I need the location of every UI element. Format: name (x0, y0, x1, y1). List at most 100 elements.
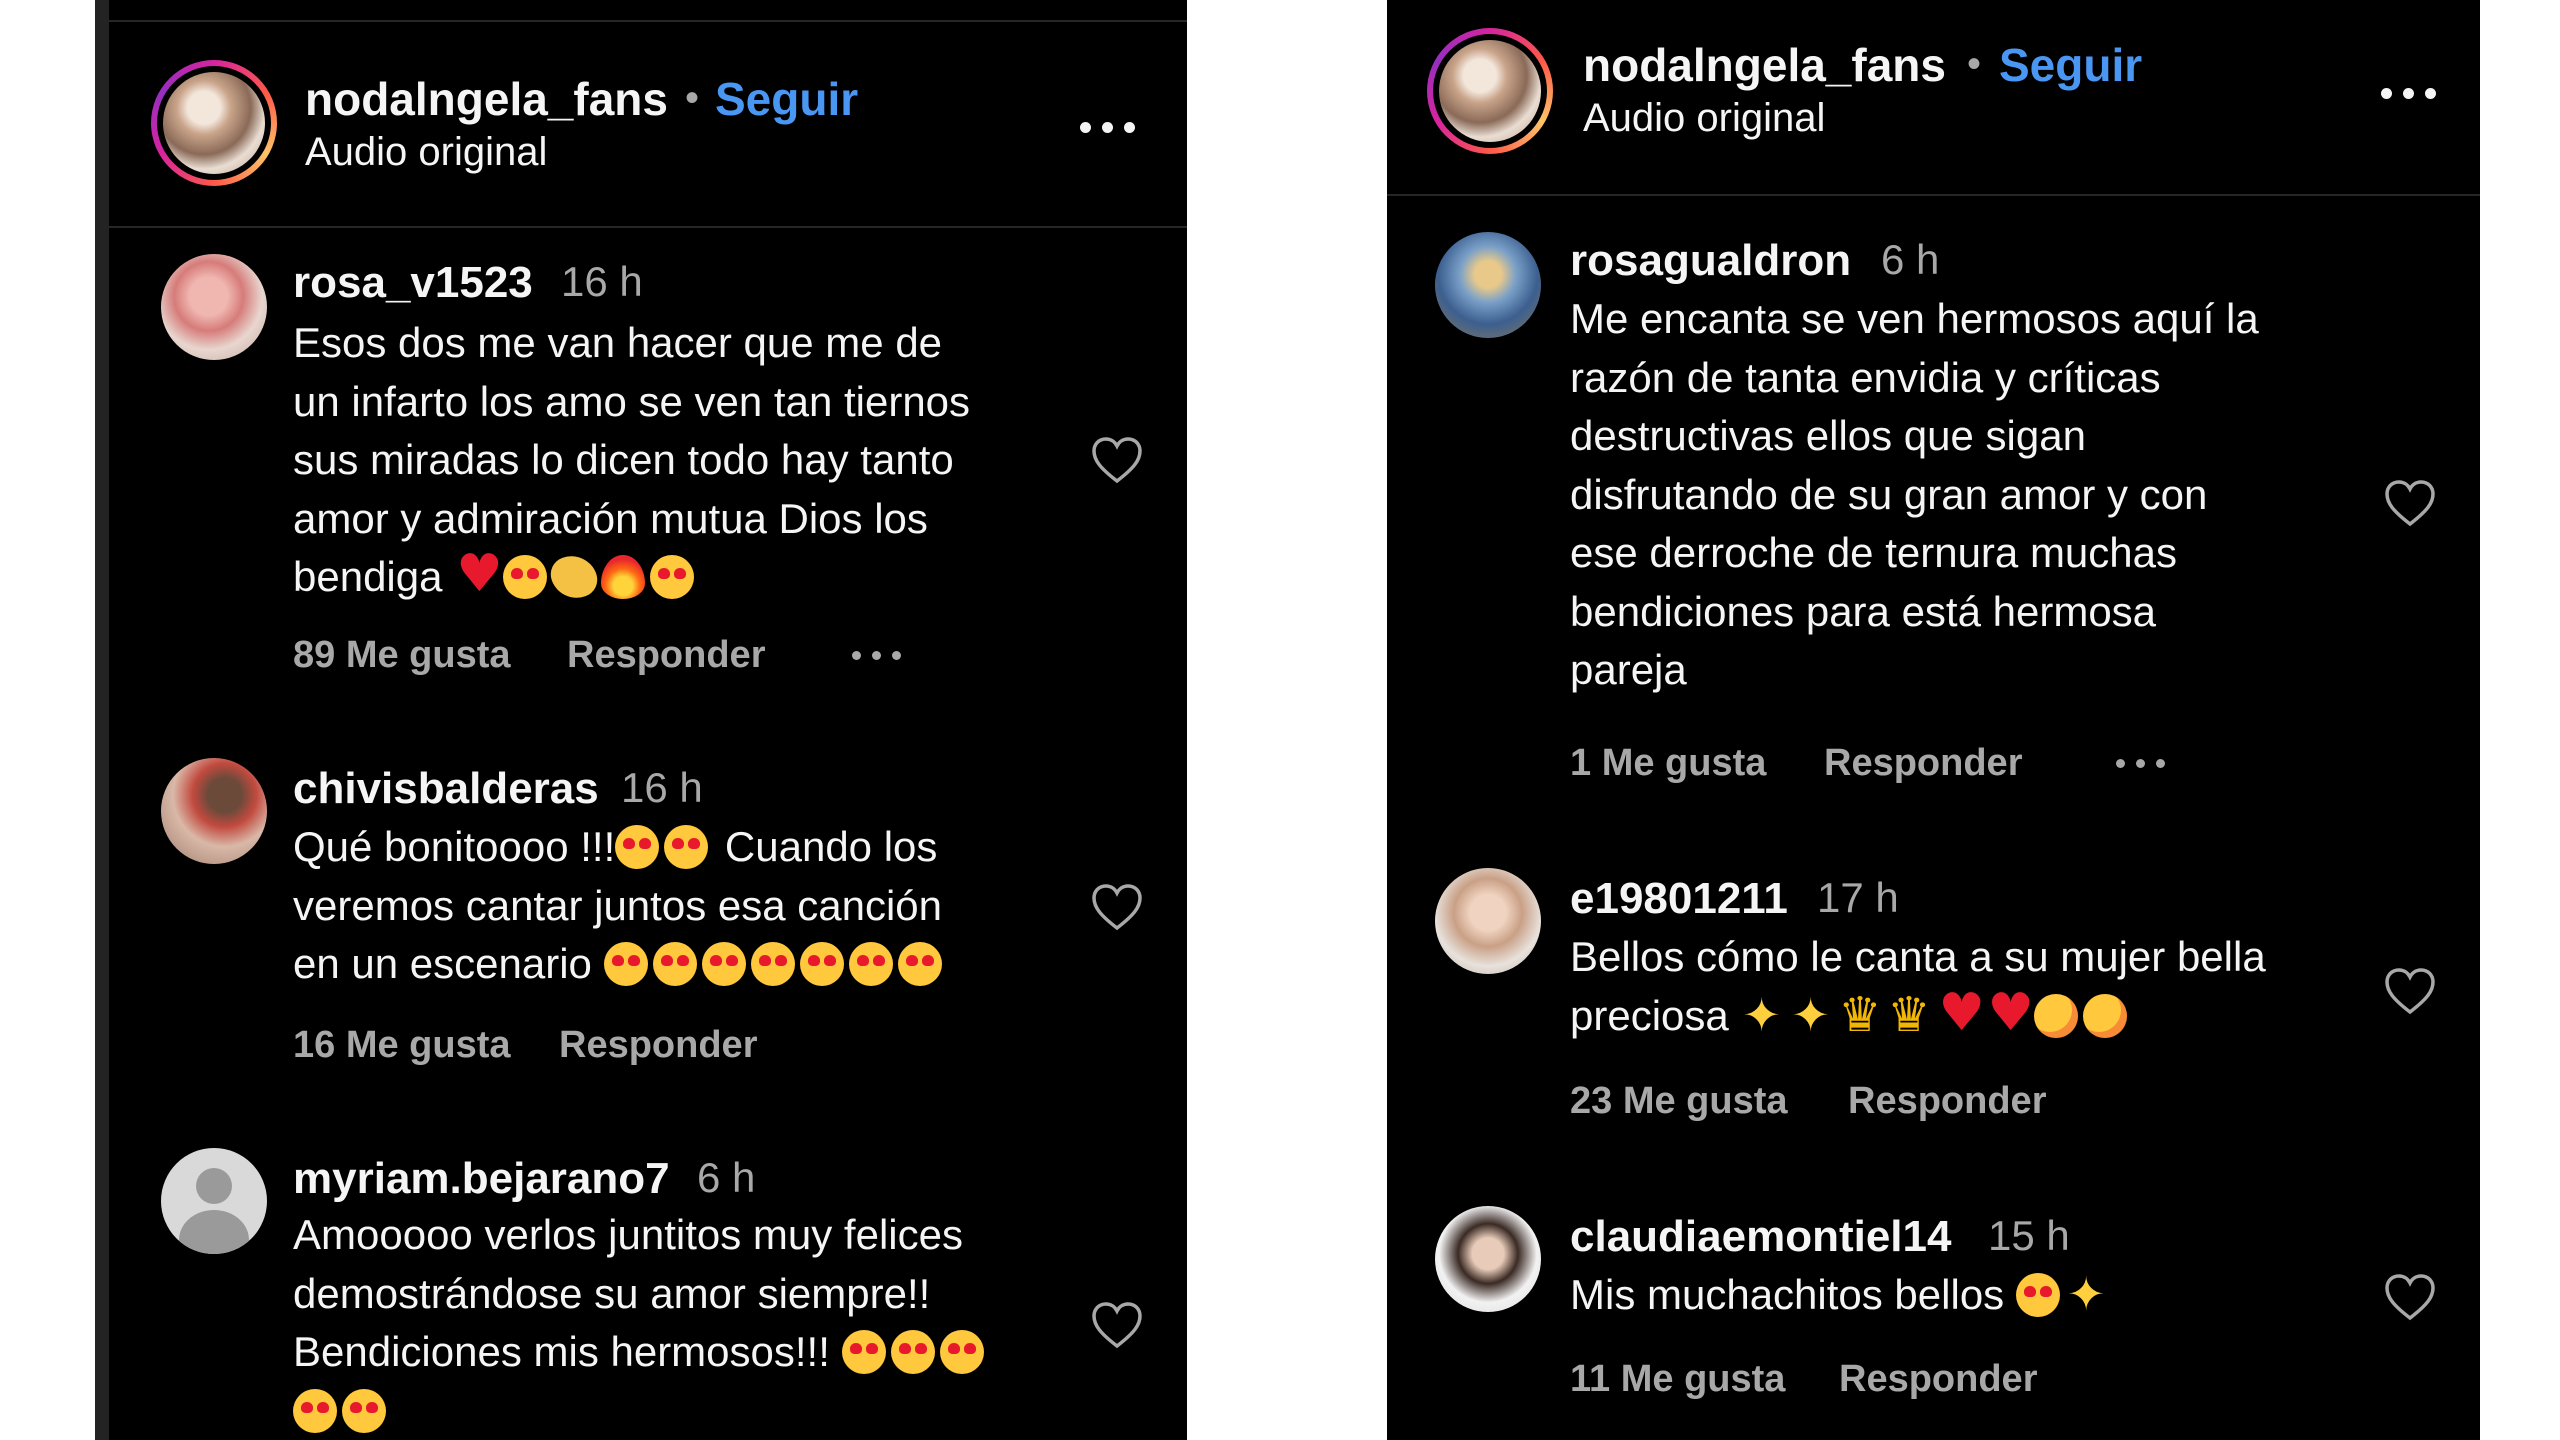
comment-line: bendiga (293, 553, 443, 600)
heart-eyes-emoji (615, 825, 660, 869)
comment-text: Amooooo verlos juntitos muy felices demo… (293, 1206, 1153, 1440)
red-heart-emoji (454, 545, 503, 604)
follow-button[interactable]: Seguir (715, 72, 858, 126)
heart-eyes-emoji (650, 555, 695, 599)
crown-emoji (1887, 986, 1931, 1045)
comment-time: 6 h (697, 1154, 756, 1201)
reply-button[interactable]: Responder (1848, 1080, 2046, 1123)
comment-line: Esos dos me van hacer que me de (293, 319, 943, 366)
like-heart-icon[interactable] (2383, 966, 2437, 1016)
comment-likes[interactable]: 1 Me gusta (1570, 742, 1766, 785)
like-heart-icon[interactable] (2383, 478, 2437, 528)
comment-line: pareja (1570, 646, 1687, 693)
smiling-face-with-hearts-emoji (2083, 993, 2128, 1038)
follow-button[interactable]: Seguir (1999, 38, 2142, 92)
commenter-avatar[interactable] (161, 254, 267, 360)
comment-line: bendiciones para está hermosa (1570, 587, 2157, 635)
comment-line: Cuando los (713, 823, 938, 870)
right-comments-panel: nodalngela_fans • Seguir Audio original … (1387, 0, 2480, 1440)
header-separator: • (685, 76, 700, 120)
red-heart-emoji (1985, 984, 2034, 1043)
commenter-avatar[interactable] (161, 758, 267, 864)
comment-line: preciosa (1570, 991, 1741, 1039)
account-avatar[interactable] (151, 60, 277, 186)
more-options-icon[interactable] (1080, 122, 1136, 136)
like-heart-icon[interactable] (1090, 1300, 1144, 1350)
more-options-icon[interactable] (2381, 88, 2437, 102)
like-heart-icon[interactable] (1090, 882, 1144, 932)
header-divider (1387, 194, 2480, 196)
comment-line: Bendiciones mis hermosos!!! (293, 1328, 842, 1375)
comment-line: Qué bonitoooo !!! (293, 823, 616, 870)
comment-username[interactable]: chivisbalderas (293, 764, 599, 814)
comment-line: Mis muchachitos bellos (1570, 1271, 2016, 1318)
account-avatar[interactable] (1427, 28, 1553, 154)
account-avatar-image (163, 72, 265, 174)
comment-line: disfrutando de su gran amor y con (1570, 470, 2208, 518)
heart-eyes-emoji (939, 1330, 984, 1374)
comment-text: Me encanta se ven hermosos aquí la razón… (1570, 290, 2430, 700)
fire-emoji (601, 555, 646, 599)
comment-text: Esos dos me van hacer que me de un infar… (293, 314, 1153, 607)
audio-original-link[interactable]: Audio original (305, 130, 547, 175)
comment-time: 16 h (561, 258, 643, 305)
comment-likes[interactable]: 11 Me gusta (1570, 1358, 1785, 1401)
comment-time: 16 h (621, 764, 703, 811)
comment-line: destructivas ellos que sigan (1570, 412, 2086, 459)
audio-original-link[interactable]: Audio original (1583, 96, 1825, 141)
comment-more-icon[interactable] (852, 651, 904, 661)
comment-username[interactable]: e19801211 (1570, 874, 1788, 924)
crown-emoji (1838, 986, 1882, 1045)
comment-line: demostrándose su amor siempre!! (293, 1269, 931, 1317)
comment-text: Mis muchachitos bellos (1570, 1265, 2430, 1325)
comment-text: Bellos cómo le canta a su mujer bella pr… (1570, 928, 2450, 1045)
comment-more-icon[interactable] (2116, 759, 2168, 769)
comment-likes[interactable]: 23 Me gusta (1570, 1080, 1788, 1123)
comment-username[interactable]: claudiaemontiel14 (1570, 1212, 1951, 1262)
commenter-avatar[interactable] (1435, 1206, 1541, 1312)
like-heart-icon[interactable] (1090, 435, 1144, 485)
comment-line: en un escenario (293, 940, 592, 987)
comment-line: amor y admiración mutua Dios los (293, 494, 928, 542)
account-avatar-image (1439, 40, 1541, 142)
sparkles-emoji (2065, 1265, 2109, 1324)
reply-button[interactable]: Responder (1839, 1358, 2037, 1401)
heart-eyes-emoji (603, 942, 648, 986)
reply-button[interactable]: Responder (567, 634, 765, 677)
comment-line: Bellos cómo le canta a su mujer bella (1570, 933, 2266, 980)
left-comments-panel: nodalngela_fans • Seguir Audio original … (95, 0, 1187, 1440)
comment-username[interactable]: rosagualdron (1570, 236, 1851, 286)
comment-time: 15 h (1988, 1212, 2070, 1259)
reply-button[interactable]: Responder (559, 1024, 757, 1067)
commenter-avatar[interactable] (1435, 232, 1541, 338)
comment-line: razón de tanta envidia y críticas (1570, 353, 2161, 401)
commenter-avatar[interactable] (1435, 868, 1541, 974)
red-heart-emoji (1936, 984, 1985, 1043)
post-header: nodalngela_fans • Seguir Audio original (95, 22, 1187, 228)
default-avatar-icon[interactable] (161, 1148, 267, 1254)
heart-eyes-emoji (841, 1330, 886, 1374)
comment-likes[interactable]: 89 Me gusta (293, 634, 511, 677)
like-heart-icon[interactable] (2383, 1272, 2437, 1322)
comment-line: Me encanta se ven hermosos aquí la (1570, 295, 2259, 342)
comment-text: Qué bonitoooo !!! Cuando los veremos can… (293, 818, 1153, 994)
heart-eyes-emoji (2015, 1273, 2060, 1317)
comment-username[interactable]: rosa_v1523 (293, 258, 533, 308)
comment-time: 6 h (1881, 236, 1940, 283)
smiling-face-with-hearts-emoji (2034, 993, 2079, 1038)
comment-line: un infarto los amo se ven tan tiernos (293, 377, 971, 425)
account-username[interactable]: nodalngela_fans (305, 72, 668, 126)
comment-likes[interactable]: 16 Me gusta (293, 1024, 511, 1067)
comment-line: ese derroche de ternura muchas (1570, 529, 2178, 576)
comment-username[interactable]: myriam.bejarano7 (293, 1154, 670, 1204)
heart-eyes-emoji (848, 942, 893, 986)
sparkles-emoji (1740, 986, 1784, 1045)
account-username[interactable]: nodalngela_fans (1583, 38, 1946, 92)
heart-eyes-emoji (750, 942, 795, 986)
heart-eyes-emoji (664, 825, 709, 869)
reply-button[interactable]: Responder (1824, 742, 2022, 785)
heart-eyes-emoji (503, 555, 548, 599)
heart-eyes-emoji (897, 942, 942, 986)
heart-eyes-emoji (342, 1388, 386, 1433)
heart-eyes-emoji (799, 942, 844, 986)
